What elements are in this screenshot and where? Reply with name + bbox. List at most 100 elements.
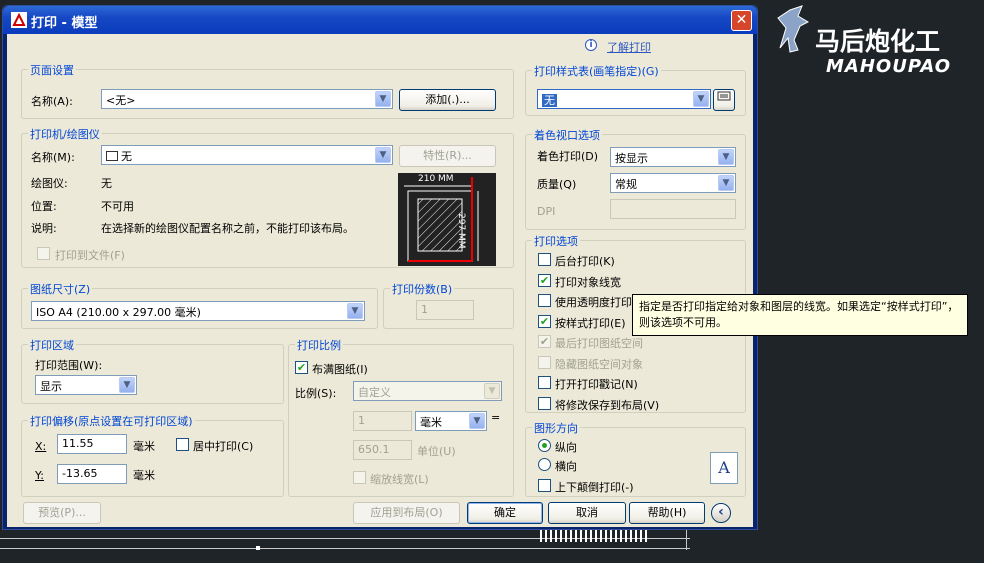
scale-unit-value: 毫米	[420, 416, 442, 429]
chevron-down-icon: ▼	[347, 303, 363, 319]
learn-print-link[interactable]: 了解打印	[607, 39, 651, 55]
plot-area-title: 打印区域	[28, 337, 76, 353]
orientation-icon: A	[710, 452, 738, 484]
scale-label: 比例(S):	[295, 387, 337, 400]
chevron-down-icon: ▼	[718, 175, 734, 191]
fit-to-paper-checkbox[interactable]: ✔	[295, 361, 308, 374]
paper-preview: 210 MM 297 MM	[398, 173, 496, 266]
copies-title: 打印份数(B)	[390, 281, 455, 297]
center-plot-label: 居中打印(C)	[193, 440, 254, 453]
shade-plot-label: 着色打印(D)	[537, 150, 599, 163]
plotter-label: 绘图仪:	[31, 177, 68, 190]
offset-y-value: -13.65	[62, 467, 98, 480]
offset-y-input[interactable]: -13.65	[57, 464, 127, 484]
plot-option-checkbox[interactable]: ✔	[538, 314, 551, 328]
upside-down-checkbox[interactable]	[538, 479, 551, 492]
chevron-down-icon: ▼	[375, 147, 391, 163]
chevron-down-icon: ▼	[375, 91, 391, 107]
autocad-icon	[11, 12, 27, 28]
plot-option-checkbox[interactable]: ✔	[538, 273, 551, 287]
window-title: 打印 - 模型	[31, 16, 98, 31]
chevron-down-icon: ▼	[469, 413, 485, 429]
cancel-button[interactable]: 取消	[548, 502, 626, 524]
print-to-file-label: 打印到文件(F)	[55, 249, 125, 262]
plot-option-checkbox[interactable]	[538, 253, 551, 266]
plot-option-checkbox[interactable]	[538, 396, 551, 410]
dpi-label: DPI	[537, 205, 556, 218]
printer-icon	[106, 151, 118, 161]
scale-unit2-label: 单位(U)	[417, 445, 456, 458]
printer-value: 无	[121, 150, 132, 163]
copies-stepper[interactable]: 1	[416, 300, 474, 320]
plot-option-checkbox[interactable]	[538, 294, 551, 307]
scale-value2-input[interactable]: 650.1	[353, 440, 412, 460]
scale-unit-select[interactable]: 毫米 ▼	[415, 411, 487, 431]
plot-option-label: 将修改保存到布局(V)	[555, 398, 660, 412]
print-dialog: 打印 - 模型 ✕ i 了解打印 页面设置 名称(A): <无> ▼ 添加(.).…	[2, 5, 758, 530]
collapse-button[interactable]: ‹	[711, 503, 731, 523]
add-page-setup-button[interactable]: 添加(.)...	[399, 89, 496, 111]
plot-range-label: 打印范围(W):	[35, 359, 103, 372]
page-setup-title: 页面设置	[28, 62, 76, 78]
page-setup-name-label: 名称(A):	[31, 95, 73, 108]
edit-plot-style-button[interactable]	[713, 89, 735, 111]
scale-value1-input[interactable]: 1	[353, 411, 412, 431]
fit-to-paper-label: 布满图纸(I)	[312, 363, 368, 376]
scale-value: 自定义	[358, 386, 391, 399]
orientation-title: 图形方向	[532, 420, 580, 436]
plot-range-select[interactable]: 显示 ▼	[35, 375, 137, 395]
preview-height-label: 297 MM	[456, 213, 466, 249]
upside-down-label: 上下颠倒打印(-)	[555, 481, 634, 494]
shaded-viewport-title: 着色视口选项	[532, 127, 602, 143]
ok-button[interactable]: 确定	[467, 502, 543, 524]
page-setup-select[interactable]: <无> ▼	[101, 89, 393, 109]
shade-plot-value: 按显示	[615, 152, 648, 165]
offset-x-value: 11.55	[62, 437, 94, 450]
copies-value: 1	[421, 303, 428, 316]
plot-range-value: 显示	[40, 380, 62, 393]
chevron-down-icon: ▼	[693, 91, 709, 107]
print-to-file-checkbox[interactable]	[37, 247, 50, 260]
quality-label: 质量(Q)	[537, 178, 577, 191]
dpi-input[interactable]	[610, 199, 736, 219]
paper-size-value: ISO A4 (210.00 x 297.00 毫米)	[36, 306, 201, 319]
dialog-body: i 了解打印 页面设置 名称(A): <无> ▼ 添加(.)... 打印机/绘图仪…	[7, 34, 753, 527]
scale-lineweights-checkbox[interactable]	[353, 471, 366, 484]
scale-select[interactable]: 自定义 ▼	[353, 381, 502, 401]
horse-logo-icon	[772, 4, 812, 54]
plot-option-checkbox[interactable]: ✔	[538, 335, 551, 348]
plot-offset-group: 打印偏移(原点设置在可打印区域)	[21, 413, 284, 497]
chevron-down-icon: ▼	[718, 149, 734, 165]
landscape-radio[interactable]	[538, 458, 551, 471]
offset-y-label: Y:	[35, 469, 44, 482]
apply-to-layout-button[interactable]: 应用到布局(O)	[353, 502, 460, 524]
center-plot-checkbox[interactable]	[176, 438, 189, 451]
printer-properties-button[interactable]: 特性(R)...	[399, 145, 496, 167]
chevron-down-icon: ▼	[119, 377, 135, 393]
preview-button[interactable]: 预览(P)...	[23, 502, 101, 524]
paper-size-title: 图纸尺寸(Z)	[28, 281, 93, 297]
scale-value1: 1	[358, 414, 365, 427]
plot-option-checkbox[interactable]	[538, 376, 551, 389]
plot-option-label: 按样式打印(E)	[555, 316, 626, 330]
close-button[interactable]: ✕	[731, 10, 752, 31]
quality-value: 常规	[615, 178, 637, 191]
plot-style-select[interactable]: 无 ▼	[537, 89, 711, 109]
portrait-radio[interactable]	[538, 439, 551, 452]
offset-x-input[interactable]: 11.55	[57, 434, 127, 454]
plot-style-title: 打印样式表(画笔指定)(G)	[532, 63, 661, 79]
printer-select[interactable]: 无 ▼	[101, 145, 393, 165]
landscape-label: 横向	[555, 460, 577, 473]
scale-value2: 650.1	[358, 443, 390, 456]
shade-plot-select[interactable]: 按显示 ▼	[610, 147, 736, 167]
plot-option-checkbox[interactable]	[538, 355, 551, 369]
help-button[interactable]: 帮助(H)	[629, 502, 705, 524]
paper-size-select[interactable]: ISO A4 (210.00 x 297.00 毫米) ▼	[31, 301, 365, 321]
edit-icon	[717, 91, 731, 101]
plot-style-value: 无	[542, 94, 557, 107]
offset-y-unit: 毫米	[133, 469, 155, 482]
quality-select[interactable]: 常规 ▼	[610, 173, 736, 193]
plot-option-label: 最后打印图纸空间	[555, 337, 643, 350]
preview-width-label: 210 MM	[418, 174, 454, 184]
chevron-down-icon: ▼	[484, 383, 500, 399]
